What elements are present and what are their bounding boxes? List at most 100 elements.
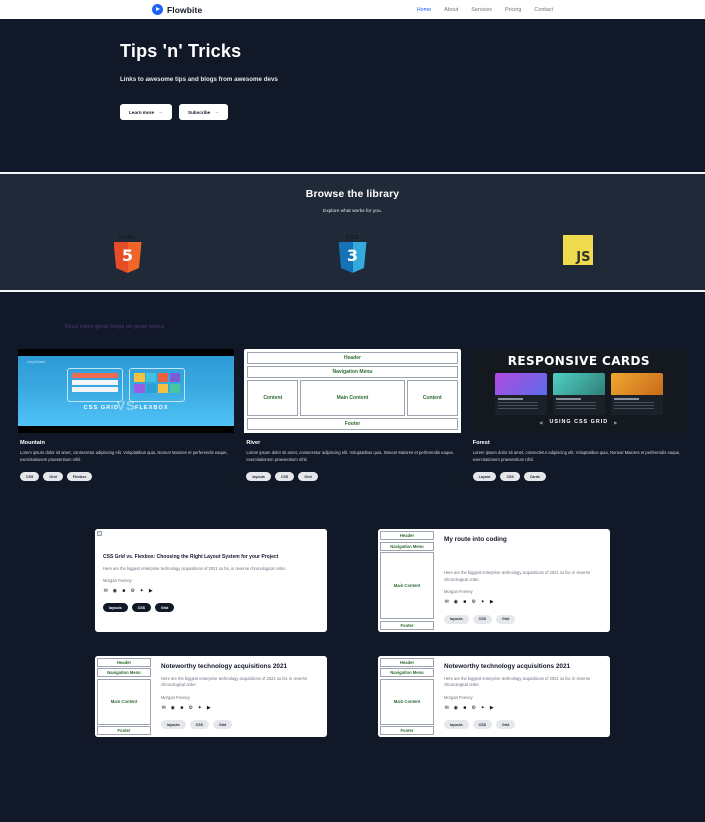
tag[interactable]: Layout	[472, 472, 497, 481]
tag[interactable]: CSS	[20, 472, 40, 481]
blog-card[interactable]: simplilearn VS CSS GRID FLEXBOX Mountain…	[18, 349, 235, 481]
card-tags: CSS Grid Flexbox	[20, 472, 232, 481]
tag[interactable]: layouts	[246, 472, 271, 481]
css3-caption: CSS	[346, 235, 359, 241]
tag[interactable]: Flexbox	[66, 472, 93, 481]
tag[interactable]: Grid	[212, 720, 233, 730]
tag[interactable]: CSS	[472, 614, 492, 624]
hero-subtitle: Links to awesome tips and blogs from awe…	[120, 76, 278, 83]
youtube-icon[interactable]: ▶	[489, 599, 495, 606]
blogs-section: Read some great blogs on great topics si…	[0, 292, 705, 481]
blog-card[interactable]: RESPONSIVE CARDS ◀ USING CSS GRID ▶ Fore…	[470, 349, 687, 481]
wireframe-left-content: Content	[247, 380, 299, 416]
lower-card-row: Header Navigation Menu Main Content Foot…	[95, 655, 610, 738]
card-tags: layouts CSS Grid	[103, 603, 319, 613]
card-text: Here are the biggest enterprise technolo…	[444, 675, 591, 688]
wireframe-right-content: Content	[406, 380, 458, 416]
tag[interactable]: Grid	[298, 472, 318, 481]
mini-card	[494, 373, 547, 415]
mini-card	[610, 373, 663, 415]
nav-link-services[interactable]: Services	[471, 7, 492, 13]
twitter-icon[interactable]: ✦	[480, 705, 486, 712]
nav-link-about[interactable]: About	[444, 7, 458, 13]
blog-card-row: simplilearn VS CSS GRID FLEXBOX Mountain…	[18, 349, 687, 481]
wireframe-layout-image: Header Navigation Menu Main Content Foot…	[378, 655, 436, 738]
arrow-left-icon: ◀	[539, 419, 544, 425]
card-tags: layouts CSS Grid	[444, 614, 602, 624]
linkedin-icon[interactable]: ■	[462, 705, 468, 712]
article-card[interactable]: Header Navigation Menu Main Content Foot…	[378, 529, 610, 632]
twitter-icon[interactable]: ✦	[480, 599, 486, 606]
youtube-icon[interactable]: ▶	[148, 588, 154, 595]
twitter-icon[interactable]: ✦	[139, 588, 145, 595]
tag[interactable]: layouts	[444, 614, 469, 624]
tag[interactable]: layouts	[444, 720, 469, 730]
javascript-numeral: JS	[576, 250, 591, 265]
youtube-icon[interactable]: ▶	[489, 705, 495, 712]
tag[interactable]: layouts	[161, 720, 186, 730]
tag[interactable]: layouts	[103, 603, 128, 613]
email-icon[interactable]: ✉	[103, 588, 109, 595]
instagram-icon[interactable]: ⚙	[471, 705, 477, 712]
nav-link-home[interactable]: Home	[417, 7, 431, 13]
instagram-icon[interactable]: ⚙	[130, 588, 136, 595]
social-icon-row: ✉ ◉ ■ ⚙ ✦ ▶	[444, 599, 602, 606]
github-icon[interactable]: ◉	[112, 588, 118, 595]
learn-more-button[interactable]: Learn more →	[120, 104, 173, 120]
tag[interactable]: Cards	[523, 472, 547, 481]
linkedin-icon[interactable]: ■	[462, 599, 468, 606]
wireframe-nav: Navigation Menu	[247, 366, 458, 378]
tag[interactable]: Grid	[43, 472, 63, 481]
blog-card[interactable]: Header Navigation Menu Content Main Cont…	[244, 349, 461, 481]
youtube-icon[interactable]: ▶	[206, 705, 212, 712]
tag[interactable]: CSS	[274, 472, 295, 481]
twitter-icon[interactable]: ✦	[197, 705, 203, 712]
responsive-cards-image: RESPONSIVE CARDS ◀ USING CSS GRID ▶	[470, 349, 687, 433]
css3-logo-cell[interactable]: CSS 3	[333, 235, 373, 273]
tag[interactable]: Grid	[154, 603, 175, 613]
linkedin-icon[interactable]: ■	[121, 588, 127, 595]
instagram-icon[interactable]: ⚙	[188, 705, 194, 712]
wireframe-footer: Footer	[97, 726, 151, 736]
tech-logo-row: HTML 5 CSS 3 JS	[108, 235, 598, 273]
nav-link-contact[interactable]: Contact	[534, 7, 553, 13]
email-icon[interactable]: ✉	[444, 599, 450, 606]
play-circle-icon	[152, 4, 163, 15]
email-icon[interactable]: ✉	[161, 705, 167, 712]
library-subtitle: Explore what works for you.	[323, 209, 382, 214]
article-card[interactable]: Header Navigation Menu Main Content Foot…	[95, 655, 327, 738]
tag[interactable]: Grid	[495, 720, 516, 730]
github-icon[interactable]: ◉	[453, 705, 459, 712]
instagram-icon[interactable]: ⚙	[471, 599, 477, 606]
tag[interactable]: CSS	[472, 720, 492, 730]
javascript-logo-cell[interactable]: JS	[558, 235, 598, 265]
css-grid-vs-flexbox-image: simplilearn VS CSS GRID FLEXBOX	[18, 349, 235, 433]
linkedin-icon[interactable]: ■	[179, 705, 185, 712]
html5-logo-cell[interactable]: HTML 5	[108, 235, 148, 273]
github-icon[interactable]: ◉	[170, 705, 176, 712]
email-icon[interactable]: ✉	[444, 705, 450, 712]
nav-links: Home About Services Pricing Contact	[417, 7, 553, 13]
tag[interactable]: CSS	[189, 720, 209, 730]
card-title: Noteworthy technology acquisitions 2021	[444, 662, 571, 670]
grid-panel	[67, 368, 124, 402]
css3-numeral: 3	[346, 246, 359, 265]
card-title: Mountain	[20, 440, 45, 446]
article-card[interactable]: CSS Grid vs. Flexbox: Choosing the Right…	[95, 529, 327, 632]
tag[interactable]: CSS	[500, 472, 520, 481]
subscribe-button[interactable]: Subscribe →	[179, 104, 229, 120]
library-section: Browse the library Explore what works fo…	[0, 174, 705, 292]
arrow-right-icon: →	[158, 109, 164, 115]
card-text: Lorem ipsum dolor sit amet, consectetur …	[472, 450, 681, 462]
article-card[interactable]: Header Navigation Menu Main Content Foot…	[378, 655, 610, 738]
arrow-right-icon: ▶	[614, 419, 619, 425]
wireframe-header: Header	[380, 657, 434, 667]
nav-link-pricing[interactable]: Pricing	[505, 7, 521, 13]
css3-logo: CSS 3	[338, 235, 367, 273]
tag[interactable]: Grid	[495, 614, 516, 624]
wireframe-main-content: Main Content	[380, 678, 434, 725]
github-icon[interactable]: ◉	[453, 599, 459, 606]
brand-logo-link[interactable]: Flowbite	[152, 4, 202, 15]
wireframe-main-content: Main Content	[300, 380, 405, 416]
tag[interactable]: CSS	[131, 603, 151, 613]
